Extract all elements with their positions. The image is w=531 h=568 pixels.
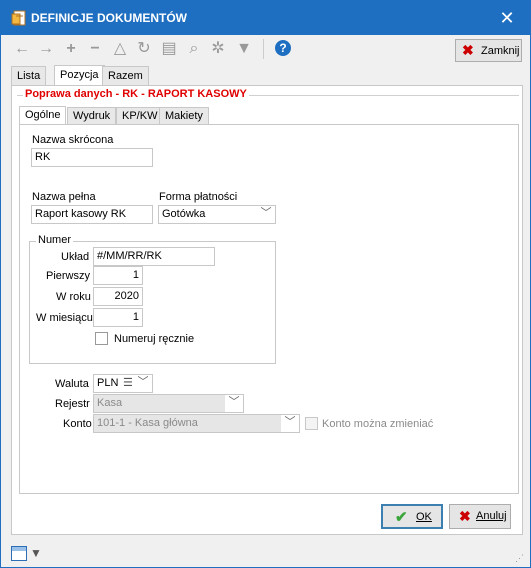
window-title: DEFINICJE DOKUMENTÓW (31, 11, 187, 25)
register-value: Kasa (97, 397, 123, 409)
full-name-label: Nazwa pełna (32, 191, 96, 203)
chevron-down-icon[interactable]: ﹀ (257, 206, 275, 223)
short-name-input[interactable]: RK (31, 148, 153, 167)
app-icon (11, 10, 26, 26)
first-label: Pierwszy (46, 270, 91, 282)
numbering-title: Numer (36, 234, 74, 246)
chevron-down-icon[interactable]: ﹀ (281, 415, 299, 432)
account-change-checkbox[interactable] (305, 417, 318, 430)
account-label: Konto (63, 418, 92, 430)
currency-label: Waluta (55, 378, 89, 390)
account-change-label: Konto można zmieniać (322, 418, 434, 430)
month-input[interactable]: 1 (93, 308, 143, 327)
short-name-label: Nazwa skrócona (32, 134, 114, 146)
close-window-icon[interactable]: ✕ (496, 7, 518, 29)
tab-wydruk[interactable]: Wydruk (67, 107, 117, 124)
payment-form-value: Gotówka (162, 208, 206, 220)
first-input[interactable]: 1 (93, 266, 143, 285)
cancel-button-label: Anuluj (476, 510, 507, 522)
manual-numbering-label: Numeruj ręcznie (114, 333, 195, 345)
year-input[interactable]: 2020 (93, 287, 143, 306)
dialog-window: DEFINICJE DOKUMENTÓW ✕ ← → + − △ ↻ ▤ ⌕ ✲… (0, 0, 531, 568)
layout-input[interactable]: #/MM/RR/RK (93, 247, 215, 266)
check-icon: ✔ (395, 509, 408, 526)
settings-icon[interactable]: ✲ (209, 40, 227, 58)
tab-lista[interactable]: Lista (11, 66, 47, 85)
print-icon[interactable]: ▤ (160, 40, 178, 58)
list-icon[interactable]: ☰ (123, 376, 133, 389)
add-icon[interactable]: + (62, 40, 80, 58)
close-x-icon: ✖ (462, 42, 474, 58)
cancel-button[interactable]: ✖ Anuluj (449, 504, 511, 529)
preview-icon[interactable]: ⌕ (185, 40, 203, 58)
account-value: 101-1 - Kasa główna (97, 417, 198, 429)
tab-pozycja[interactable]: Pozycja (54, 65, 105, 86)
tab-kp-kw[interactable]: KP/KW (116, 107, 164, 124)
payment-form-select[interactable]: Gotówka ﹀ (158, 205, 276, 224)
remove-icon[interactable]: − (86, 40, 104, 58)
section-title: Poprawa danych - RK - RAPORT KASOWY (23, 88, 249, 100)
edit-icon[interactable]: △ (111, 40, 129, 58)
grid-view-icon[interactable] (11, 546, 27, 561)
ok-button[interactable]: ✔ OK (381, 504, 443, 529)
status-bar: ▼ ⋰ (1, 541, 530, 567)
tab-ogolne[interactable]: Ogólne (19, 106, 67, 125)
manual-numbering-checkbox[interactable] (95, 332, 108, 345)
register-select[interactable]: Kasa ﹀ (93, 394, 244, 413)
payment-form-label: Forma płatności (159, 191, 238, 203)
help-icon[interactable]: ? (275, 40, 291, 56)
chevron-down-icon[interactable]: ﹀ (134, 375, 152, 392)
full-name-input[interactable]: Raport kasowy RK (31, 205, 153, 224)
currency-value: PLN (97, 377, 119, 389)
refresh-icon[interactable]: ↻ (135, 40, 153, 58)
close-button[interactable]: ✖ Zamknij (455, 39, 522, 62)
account-select[interactable]: 101-1 - Kasa główna ﹀ (93, 414, 300, 433)
layout-label: Układ (61, 251, 90, 263)
forward-icon[interactable]: → (37, 40, 55, 58)
currency-select[interactable]: PLN ☰ ﹀ (93, 374, 153, 393)
cancel-x-icon: ✖ (459, 508, 471, 524)
title-bar: DEFINICJE DOKUMENTÓW ✕ (1, 1, 530, 35)
tab-razem[interactable]: Razem (102, 66, 149, 85)
chevron-down-icon[interactable]: ﹀ (225, 395, 243, 412)
filter-icon[interactable]: ▼ (235, 40, 253, 58)
ok-button-label: OK (416, 511, 432, 523)
resize-grip-icon[interactable]: ⋰ (515, 553, 524, 564)
register-label: Rejestr (55, 398, 90, 410)
tab-makiety[interactable]: Makiety (159, 107, 209, 124)
back-icon[interactable]: ← (13, 40, 31, 58)
toolbar-divider (263, 39, 264, 59)
filter-status-icon[interactable]: ▼ (30, 546, 42, 560)
toolbar: ← → + − △ ↻ ▤ ⌕ ✲ ▼ ? (1, 35, 530, 65)
month-label: W miesiącu (36, 312, 93, 324)
year-label: W roku (56, 291, 91, 303)
close-button-label: Zamknij (481, 45, 520, 57)
